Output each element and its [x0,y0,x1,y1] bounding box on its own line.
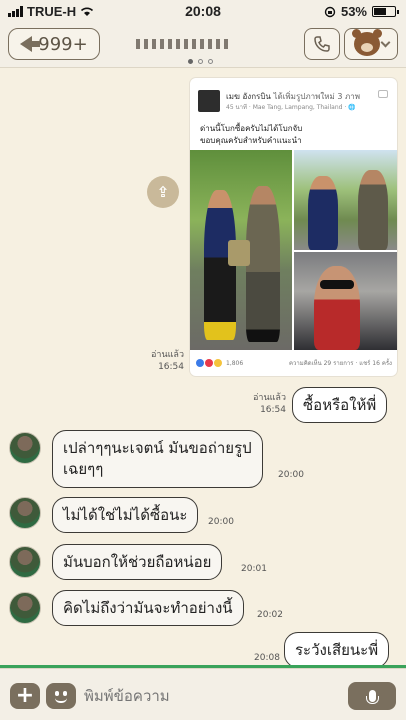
phone-icon [314,36,330,52]
message-line: เฉยๆๆ [63,460,104,478]
profile-menu-button[interactable] [344,28,398,60]
comments-shares: ความคิดเห็น 29 รายการ · แชร์ 16 ครั้ง [288,360,392,367]
message-bubble-in[interactable]: มันบอกให้ช่วยถือหน่อย [52,544,223,580]
message-bubble-in[interactable]: เปล่าๆๆนะเจตน์ มันขอถ่ายรูป เฉยๆๆ [52,430,263,488]
photo-message[interactable]: เมฆ อังกรบิน ได้เพิ่มรูปภาพใหม่ 3 ภาพ 45… [190,78,397,376]
message-time: 20:08 [254,653,280,663]
chat-header: 999+ [0,22,406,68]
post-header: เมฆ อังกรบิน ได้เพิ่มรูปภาพใหม่ 3 ภาพ 45… [198,86,388,116]
message-input-bar: + [0,668,406,720]
post-meta: 45 นาที · Mae Tang, Lampang, Thailand · … [226,104,356,111]
post-photo-3 [294,252,397,350]
post-footer: 1,806 ความคิดเห็น 29 รายการ · แชร์ 16 คร… [196,358,392,368]
message-line: เปล่าๆๆนะเจตน์ มันขอถ่ายรูป [63,439,252,457]
brown-bear-icon [351,29,382,56]
arrow-left-icon [20,36,41,52]
plus-button[interactable]: + [10,683,40,709]
avatar[interactable] [9,432,41,464]
reactions-count: 1,806 [226,359,244,367]
avatar[interactable] [9,546,41,578]
read-receipt: อ่านแล้ว 16:54 [253,393,286,415]
microphone-icon [365,690,379,704]
post-caption-line2: ขอบคุณครับสำหรับคำแนะนำ [200,136,302,145]
message-bubble-in[interactable]: ไม่ได้ใช่ไม่ได้ซื้อนะ [52,497,199,533]
message-time: 20:00 [208,517,234,527]
message-bubble-out[interactable]: ระวังเสียนะพี่ [284,632,390,668]
emoji-icon [55,698,67,703]
post-options-icon [378,90,388,98]
post-author-avatar [198,90,220,112]
rotation-lock-icon [324,6,336,17]
unread-count: 999+ [38,33,88,55]
post-photo-2 [294,150,397,250]
call-button[interactable] [304,28,340,60]
emoji-button[interactable] [46,683,76,709]
page-indicator [188,59,213,64]
chat-title-redacted [136,39,228,49]
battery-group: 53% [324,4,399,19]
photo-read-receipt: อ่านแล้ว 16:54 [151,350,184,372]
battery-percent: 53% [340,4,367,19]
message-input[interactable] [84,681,334,711]
voice-button[interactable] [348,682,396,710]
reactions-group: 1,806 [196,359,243,367]
message-time: 20:02 [257,610,283,620]
haha-icon [214,359,222,367]
post-photo-1 [190,150,292,350]
avatar[interactable] [9,592,41,624]
message-bubble-out[interactable]: ซื้อหรือให้พี่ [292,387,388,423]
status-bar: TRUE-H 20:08 53% [0,0,406,22]
share-button[interactable]: ⇪ [147,176,179,208]
message-time: 20:01 [241,564,267,574]
like-icon [196,359,204,367]
message-time: 20:00 [278,470,304,480]
back-button[interactable]: 999+ [8,28,100,60]
chevron-down-icon [380,37,390,47]
message-bubble-in[interactable]: คิดไม่ถึงว่ามันจะทำอย่างนี้ [52,590,244,626]
plus-icon: + [15,683,35,708]
share-icon: ⇪ [156,183,170,201]
battery-icon [372,6,399,17]
love-icon [205,359,213,367]
avatar[interactable] [9,497,41,529]
